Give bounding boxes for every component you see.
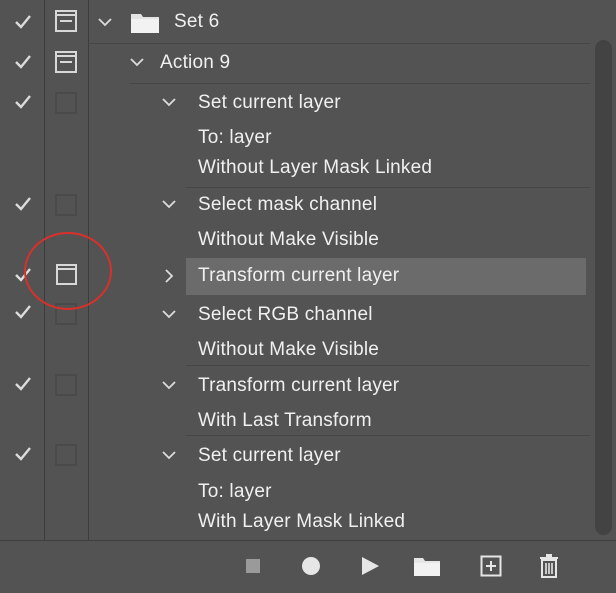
step-title: Transform current layer (198, 265, 400, 286)
folder-icon (131, 14, 159, 33)
chevron-down-icon[interactable] (162, 448, 176, 462)
step-detail: With Layer Mask Linked (198, 511, 406, 532)
delete-icon (540, 554, 558, 578)
action-name: Action 9 (160, 52, 231, 73)
new-set-icon (414, 558, 440, 576)
new-action-icon (480, 555, 502, 577)
dialog-toggle-icon[interactable] (55, 374, 77, 396)
step-row[interactable]: Set current layer To: layer Without Laye… (0, 84, 590, 188)
stop-button[interactable] (238, 551, 268, 581)
annotation-circle (24, 232, 112, 310)
actions-toolbar (0, 540, 616, 593)
checkmark-icon[interactable] (14, 445, 32, 463)
action-row[interactable]: Action 9 (0, 44, 590, 84)
checkmark-icon[interactable] (14, 93, 32, 111)
record-icon (302, 557, 320, 575)
actions-panel: Set 6 Action 9 Set current layer To: lay… (0, 0, 616, 593)
step-title: Select RGB channel (198, 304, 373, 325)
dialog-toggle-icon[interactable] (55, 51, 77, 73)
checkmark-icon[interactable] (14, 303, 32, 321)
step-detail: With Last Transform (198, 410, 372, 431)
checkmark-icon[interactable] (14, 53, 32, 71)
set-name: Set 6 (174, 11, 220, 32)
step-title: Set current layer (198, 445, 341, 466)
checkmark-icon[interactable] (14, 195, 32, 213)
set-row[interactable]: Set 6 (0, 0, 590, 44)
step-title: Transform current layer (198, 375, 400, 396)
step-detail: Without Make Visible (198, 339, 380, 360)
step-row[interactable]: Set current layer To: layer With Layer M… (0, 436, 590, 540)
play-icon (362, 557, 379, 575)
chevron-down-icon[interactable] (162, 197, 176, 211)
step-row[interactable]: Select RGB channel Without Make Visible (0, 295, 590, 366)
scrollbar-thumb[interactable] (595, 40, 612, 535)
step-detail: Without Make Visible (198, 229, 380, 250)
step-title: Select mask channel (198, 194, 378, 215)
play-button[interactable] (355, 551, 385, 581)
chevron-down-icon[interactable] (162, 378, 176, 392)
dialog-toggle-icon[interactable] (55, 444, 77, 466)
step-row[interactable]: Transform current layer With Last Transf… (0, 366, 590, 436)
dialog-toggle-icon[interactable] (55, 92, 77, 114)
new-action-button[interactable] (476, 551, 506, 581)
checkmark-icon[interactable] (14, 13, 32, 31)
chevron-down-icon[interactable] (130, 55, 144, 69)
chevron-down-icon[interactable] (162, 307, 176, 321)
dialog-toggle-icon[interactable] (55, 194, 77, 216)
dialog-toggle-icon[interactable] (55, 10, 77, 32)
chevron-down-icon[interactable] (162, 95, 176, 109)
delete-button[interactable] (534, 551, 564, 581)
step-detail: To: layer (198, 127, 272, 148)
stop-icon (246, 559, 260, 573)
step-detail: Without Layer Mask Linked (198, 157, 433, 178)
step-detail: To: layer (198, 481, 272, 502)
new-set-button[interactable] (412, 551, 442, 581)
checkmark-icon[interactable] (14, 375, 32, 393)
chevron-right-icon[interactable] (162, 269, 176, 283)
chevron-down-icon[interactable] (98, 15, 112, 29)
step-title: Set current layer (198, 92, 341, 113)
record-button[interactable] (296, 551, 326, 581)
